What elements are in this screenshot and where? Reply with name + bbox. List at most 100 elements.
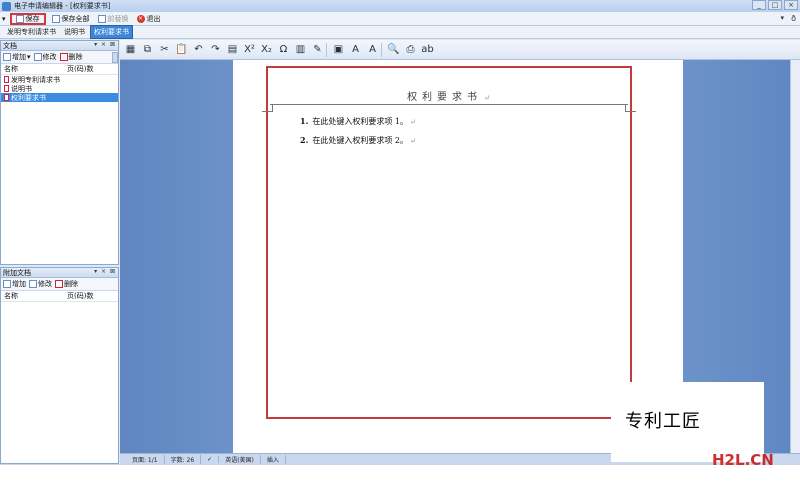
new-doc-icon[interactable]: ▦ xyxy=(122,42,139,58)
delete-label: 删除 xyxy=(68,53,83,61)
add-attachment-button[interactable]: 增加 xyxy=(3,279,26,289)
font-increase-icon[interactable]: A xyxy=(347,42,364,58)
document-item-claims[interactable]: 权利要求书 xyxy=(1,93,118,102)
add-label: 增加 xyxy=(12,53,26,61)
documents-column-header: 名称 页(码)数 xyxy=(1,64,118,75)
edit-document-button[interactable]: 修改 xyxy=(33,52,57,62)
paragraph-mark: ↵ xyxy=(410,137,416,145)
save-all-button[interactable]: 保存全部 xyxy=(50,13,92,25)
copy-icon[interactable]: ⧉ xyxy=(139,42,156,58)
redo-icon[interactable]: ↷ xyxy=(207,42,224,58)
h2l-logo: H2L.CN xyxy=(712,451,774,469)
watermark-text: 专利工匠 xyxy=(625,411,701,432)
claim-item[interactable]: 1. 在此处键入权利要求项 1。 ↵ xyxy=(300,116,416,127)
preview-icon xyxy=(97,14,106,23)
symbol-icon[interactable]: Ω xyxy=(275,42,292,58)
delete-attachment-button[interactable]: 删除 xyxy=(55,279,78,289)
panel-controls[interactable]: ▾ × ⊠ xyxy=(94,41,116,48)
claim-text: 在此处键入权利要求项 2。 xyxy=(312,136,408,145)
document-icon xyxy=(4,94,9,101)
insert-image-icon[interactable]: ▥ xyxy=(292,42,309,58)
app-icon xyxy=(2,1,11,11)
status-page: 页面: 1/1 xyxy=(126,454,165,464)
menu-icon[interactable]: ▾ xyxy=(2,15,6,23)
window-controls: _ □ × xyxy=(752,0,798,10)
tab-request[interactable]: 发明专利请求书 xyxy=(4,26,59,38)
save-button[interactable]: 保存 xyxy=(9,12,46,25)
delete-icon xyxy=(59,53,68,61)
paragraph-mark: ↵ xyxy=(410,118,416,126)
undo-icon[interactable]: ↶ xyxy=(190,42,207,58)
claim-item[interactable]: 2. 在此处键入权利要求项 2。 ↵ xyxy=(300,135,416,146)
save-all-label: 保存全部 xyxy=(61,14,90,23)
tab-claims[interactable]: 权利要求书 xyxy=(90,25,133,39)
status-language[interactable]: 英语(美国) xyxy=(219,454,261,464)
column-name[interactable]: 名称 xyxy=(4,291,67,301)
superscript-icon[interactable]: X² xyxy=(241,42,258,58)
save-all-icon xyxy=(51,14,60,23)
bottom-band xyxy=(0,464,800,482)
add-document-button[interactable]: 增加 ▾ xyxy=(3,52,31,62)
spellcheck-icon[interactable]: ab xyxy=(419,42,436,58)
print-icon[interactable]: ⎙ xyxy=(402,42,419,58)
font-decrease-icon[interactable]: A xyxy=(364,42,381,58)
window-title: 电子申请编辑器 - [权利要求书] xyxy=(14,2,111,10)
vertical-scrollbar[interactable] xyxy=(790,60,800,453)
panel-controls[interactable]: ▾ × ⊠ xyxy=(94,268,116,275)
table-icon[interactable]: ▤ xyxy=(224,42,241,58)
spellcheck-status-icon[interactable]: ✓ xyxy=(201,455,220,463)
document-title: 权利要求书 ↵ xyxy=(268,88,634,103)
delete-label: 删除 xyxy=(64,280,78,288)
watermark-box: 专利工匠 xyxy=(611,382,764,462)
page-setup-icon[interactable]: ▣ xyxy=(330,42,347,58)
attachments-panel: 附加文档 ▾ × ⊠ 增加 修改 删除 名称 页(码)数 xyxy=(0,267,119,464)
paste-icon[interactable]: 📋 xyxy=(173,42,190,58)
documents-panel-header: 文档 ▾ × ⊠ xyxy=(1,41,118,51)
edit-label: 修改 xyxy=(42,53,57,61)
logo-cn: CN xyxy=(750,451,774,469)
toolbar-scroll-handle[interactable] xyxy=(112,51,118,63)
close-button[interactable]: × xyxy=(784,0,798,10)
documents-panel-title: 文档 xyxy=(3,41,17,50)
column-name[interactable]: 名称 xyxy=(4,64,67,74)
documents-panel: 文档 ▾ × ⊠ 增加 ▾ 修改 删除 名称 页(码)数 发明专利请求书 说明书… xyxy=(0,40,119,265)
preview-button[interactable]: 前替换 xyxy=(96,13,131,25)
attachments-toolbar: 增加 修改 删除 xyxy=(1,278,118,291)
exit-icon: × xyxy=(136,14,145,23)
main-toolbar: ▾ 保存 保存全部 前替换 × 退出 xyxy=(0,12,800,26)
minimize-button[interactable]: _ xyxy=(752,0,766,10)
exit-button[interactable]: × 退出 xyxy=(135,13,163,25)
status-insert-mode[interactable]: 插入 xyxy=(261,454,286,464)
column-pages[interactable]: 页(码)数 xyxy=(67,64,93,74)
help-icon[interactable]: ð xyxy=(791,14,796,23)
edit-icon xyxy=(29,280,37,288)
format-icon[interactable]: ✎ xyxy=(309,42,326,58)
maximize-button[interactable]: □ xyxy=(768,0,782,10)
exit-label: 退出 xyxy=(146,14,161,23)
document-title-text: 权利要求书 xyxy=(407,92,483,103)
tab-description[interactable]: 说明书 xyxy=(61,26,88,38)
paragraph-mark: ↵ xyxy=(484,94,495,102)
pin-icon[interactable]: ▾ xyxy=(780,14,784,22)
documents-toolbar: 增加 ▾ 修改 删除 xyxy=(1,51,118,64)
claims-frame: 权利要求书 ↵ 1. 在此处键入权利要求项 1。 ↵ 2. 在此处键入权利要求项 2。 ↵ xyxy=(262,66,636,419)
attachments-panel-header: 附加文档 ▾ × ⊠ xyxy=(1,268,118,278)
find-icon[interactable]: 🔍 xyxy=(385,42,402,58)
attachments-column-header: 名称 页(码)数 xyxy=(1,291,118,302)
delete-document-button[interactable]: 删除 xyxy=(59,52,83,62)
edit-icon xyxy=(33,53,42,61)
document-item-label: 权利要求书 xyxy=(11,93,46,102)
header-rule xyxy=(262,104,636,112)
claim-text: 在此处键入权利要求项 1。 xyxy=(312,117,408,126)
preview-label: 前替换 xyxy=(107,14,129,23)
edit-toolbar: ▦ ⧉ ✂ 📋 ↶ ↷ ▤ X² X₂ Ω ▥ ✎ ▣ A A 🔍 ⎙ ab xyxy=(120,40,800,60)
document-tabs: 发明专利请求书 说明书 权利要求书 xyxy=(0,25,800,39)
cut-icon[interactable]: ✂ xyxy=(156,42,173,58)
claim-number: 1. xyxy=(300,116,309,126)
edit-attachment-button[interactable]: 修改 xyxy=(29,279,52,289)
add-icon xyxy=(3,53,11,61)
delete-icon xyxy=(55,280,63,288)
logo-h2l: H2L xyxy=(712,451,745,469)
column-pages[interactable]: 页(码)数 xyxy=(67,291,93,301)
subscript-icon[interactable]: X₂ xyxy=(258,42,275,58)
